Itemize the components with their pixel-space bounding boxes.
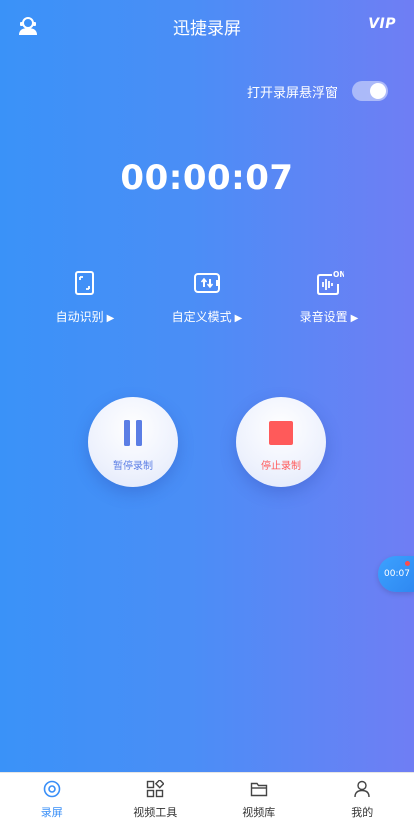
nav-item-profile[interactable]: 我的 [311,773,414,824]
mode-custom[interactable]: 自定义模式 ▶ [152,268,262,325]
pause-recording-button[interactable]: 暂停录制 [88,397,178,487]
sliders-icon [194,273,220,293]
folder-icon [250,782,267,797]
play-arrow-icon: ▶ [234,313,243,324]
audio-wave-icon: ON [317,270,344,295]
recording-timer: 00:00:07 [120,158,294,198]
vip-button[interactable]: VIP [368,16,396,32]
stop-label: 停止录制 [261,461,301,472]
grid-tools-icon [147,780,165,798]
bubble-timer-text: 00:07 [384,569,410,579]
nav-item-record[interactable]: 录屏 [0,773,104,824]
toggle-knob [370,83,386,99]
mode-label: 录音设置 [299,310,348,324]
pause-icon [124,420,142,446]
mode-options: 自动识别 ▶ 自定义模式 ▶ ON 录音设置 ▶ [0,268,414,328]
mode-label: 自定义模式 [171,310,232,324]
bottom-nav: 录屏 视频工具 视频库 我的 [0,772,414,824]
audio-on-badge: ON [333,270,344,279]
header: 迅捷录屏 VIP [0,0,414,52]
floating-timer-bubble[interactable]: 00:07 [378,556,414,592]
play-arrow-icon: ▶ [106,313,115,324]
person-icon [354,780,370,798]
nav-label: 视频工具 [133,806,178,819]
stop-recording-button[interactable]: 停止录制 [236,397,326,487]
page-title: 迅捷录屏 [173,19,241,39]
play-arrow-icon: ▶ [350,313,359,324]
nav-label: 视频库 [242,806,276,819]
mode-label: 自动识别 [55,310,104,324]
record-disc-icon [43,780,61,798]
floating-window-label: 打开录屏悬浮窗 [246,85,338,101]
mode-audio-settings[interactable]: ON 录音设置 ▶ [274,268,384,325]
phone-rotate-icon [75,271,94,295]
floating-window-row: 打开录屏悬浮窗 [247,80,388,102]
recording-dot [405,561,410,566]
nav-item-video-library[interactable]: 视频库 [207,773,311,824]
floating-window-toggle[interactable] [352,81,388,101]
recording-screen: 迅捷录屏 VIP 打开录屏悬浮窗 00:00:07 自动识别 ▶ 自定义模式 ▶… [0,0,414,772]
nav-label: 录屏 [40,806,63,819]
mode-auto-detect[interactable]: 自动识别 ▶ [30,268,140,325]
pause-label: 暂停录制 [113,461,153,472]
nav-label: 我的 [351,806,374,819]
nav-item-video-tools[interactable]: 视频工具 [104,773,208,824]
stop-icon [269,421,293,445]
